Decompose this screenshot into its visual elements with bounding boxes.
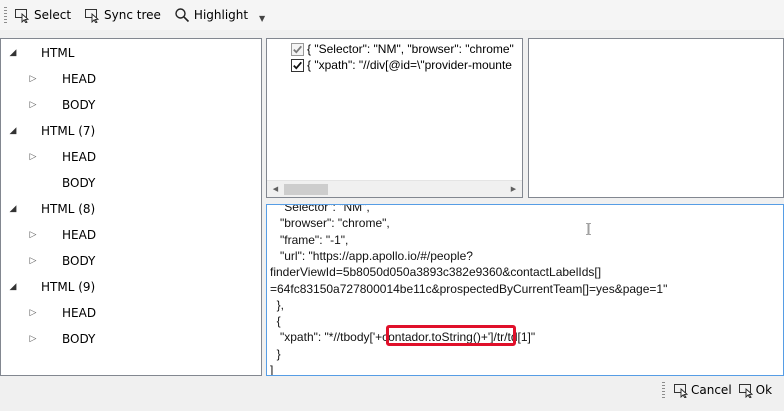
editor-line: "browser": "chrome", xyxy=(270,216,390,231)
tree-node-body[interactable]: ▷ BODY xyxy=(28,251,96,271)
collapsed-triangle-icon[interactable]: ▷ xyxy=(28,74,38,84)
tree-node-body[interactable]: ▷ BODY xyxy=(28,95,96,115)
collapsed-triangle-icon[interactable]: ▷ xyxy=(28,334,38,344)
editor-line: ] xyxy=(270,363,274,376)
item-checkbox[interactable] xyxy=(291,42,304,56)
cancel-label: Cancel xyxy=(691,383,732,397)
tree-node-head[interactable]: ▷ HEAD xyxy=(28,69,97,89)
tree-node-head[interactable]: ▷ HEAD xyxy=(28,147,97,167)
sync-tree-button[interactable]: Sync tree xyxy=(80,4,167,26)
toolbar: Select Sync tree Highlight ▼ xyxy=(0,0,784,30)
tree-node-label: BODY xyxy=(62,98,96,112)
sync-tree-icon xyxy=(85,9,100,23)
tree-node-html[interactable]: ◢ HTML (9) xyxy=(8,277,96,297)
dialog-buttons: Cancel Ok xyxy=(660,378,784,402)
toolbar-grip[interactable] xyxy=(4,7,7,23)
magnifier-icon xyxy=(175,8,189,23)
expanded-triangle-icon[interactable]: ◢ xyxy=(8,204,18,214)
tree-node-label: BODY xyxy=(62,176,96,190)
select-label: Select xyxy=(34,8,72,22)
footer-grip[interactable] xyxy=(662,382,665,398)
highlight-button[interactable]: Highlight xyxy=(170,4,254,26)
collapsed-triangle-icon[interactable]: ▷ xyxy=(28,308,38,318)
scroll-left-arrow-icon[interactable]: ◀ xyxy=(267,181,284,197)
tree-node-label: BODY xyxy=(62,254,96,268)
tree-node-html[interactable]: ◢ HTML (8) xyxy=(8,199,96,219)
tree-node-html[interactable]: ◢ HTML (7) xyxy=(8,121,96,141)
collapsed-triangle-icon[interactable]: ▷ xyxy=(28,230,38,240)
collapsed-triangle-icon[interactable]: ▷ xyxy=(28,256,38,266)
list-item-text: { "xpath": "//div[@id=\"provider-mounte xyxy=(307,58,512,72)
horizontal-scrollbar[interactable]: ◀ ▶ xyxy=(267,180,522,197)
tree-node-body[interactable]: BODY xyxy=(28,173,95,193)
ok-label: Ok xyxy=(755,383,773,397)
editor-line: "frame": "-1", xyxy=(270,232,349,247)
tree-node-label: HTML (7) xyxy=(41,124,96,138)
list-item[interactable]: { "xpath": "//div[@id=\"provider-mounte xyxy=(291,57,512,73)
dom-tree[interactable]: ◢ HTML ▷ HEAD ▷ BODY ◢ HTML (7) ▷ HEAD BODY ◢ HTML … xyxy=(0,38,262,376)
expanded-triangle-icon[interactable]: ◢ xyxy=(8,48,18,58)
editor-line: =64fc83150a727800014be11c&prospectedByCu… xyxy=(270,281,668,296)
editor-line: "url": "https://app.apollo.io/#/people? xyxy=(270,248,473,263)
select-icon xyxy=(15,9,30,23)
cancel-icon xyxy=(674,384,689,398)
tree-node-head[interactable]: ▷ HEAD xyxy=(28,303,97,323)
attribute-list[interactable]: { "xpath": "//div[@id=\"provider-mounte {… xyxy=(266,38,523,198)
tree-node-label: HEAD xyxy=(62,306,97,320)
collapsed-triangle-icon[interactable]: ▷ xyxy=(28,100,38,110)
tree-node-label: BODY xyxy=(62,332,96,346)
cancel-button[interactable]: Cancel xyxy=(673,382,732,398)
collapsed-triangle-icon[interactable]: ▷ xyxy=(28,152,38,162)
tree-node-label: HEAD xyxy=(62,72,97,86)
editor-line: "Selector": "NM", xyxy=(270,204,370,214)
tree-node-label: HTML xyxy=(41,46,75,60)
preview-panel xyxy=(528,38,784,198)
select-button[interactable]: Select xyxy=(10,4,77,26)
tree-node-head[interactable]: ▷ HEAD xyxy=(28,225,97,245)
tree-node-label: HTML (8) xyxy=(41,202,96,216)
item-checkbox[interactable] xyxy=(291,58,304,72)
sync-tree-label: Sync tree xyxy=(104,8,161,22)
editor-line: finderViewId=5b8050d050a3893c382e9360&co… xyxy=(270,265,602,280)
editor-line: { xyxy=(270,314,281,329)
ok-button[interactable]: Ok xyxy=(738,382,772,398)
tree-node-label: HEAD xyxy=(62,228,97,242)
checkmark-icon xyxy=(293,45,302,54)
highlight-annotation-box xyxy=(386,325,516,346)
tree-node-html[interactable]: ◢ HTML xyxy=(8,43,75,63)
expanded-triangle-icon[interactable]: ◢ xyxy=(8,126,18,136)
tree-node-label: HTML (9) xyxy=(41,280,96,294)
highlight-label: Highlight xyxy=(193,8,249,22)
chevron-down-icon: ▼ xyxy=(259,14,266,23)
selector-editor[interactable]: ] } "xpath": "*//tbody['+contador.toStri… xyxy=(266,204,784,376)
ok-icon xyxy=(738,384,753,398)
scroll-right-arrow-icon[interactable]: ▶ xyxy=(505,181,522,197)
checkmark-icon xyxy=(293,61,302,70)
list-item-text: { "Selector": "NM", "browser": "chrome" xyxy=(307,42,514,56)
text-cursor-icon xyxy=(586,223,591,235)
scrollbar-thumb[interactable] xyxy=(284,184,328,195)
expanded-triangle-icon[interactable]: ◢ xyxy=(8,282,18,292)
toolbar-overflow-button[interactable]: ▼ xyxy=(257,6,267,24)
tree-node-label: HEAD xyxy=(62,150,97,164)
editor-line: } xyxy=(270,346,281,361)
list-item[interactable]: { "Selector": "NM", "browser": "chrome" xyxy=(291,41,514,57)
tree-node-body[interactable]: ▷ BODY xyxy=(28,329,96,349)
editor-line: }, xyxy=(270,297,285,312)
